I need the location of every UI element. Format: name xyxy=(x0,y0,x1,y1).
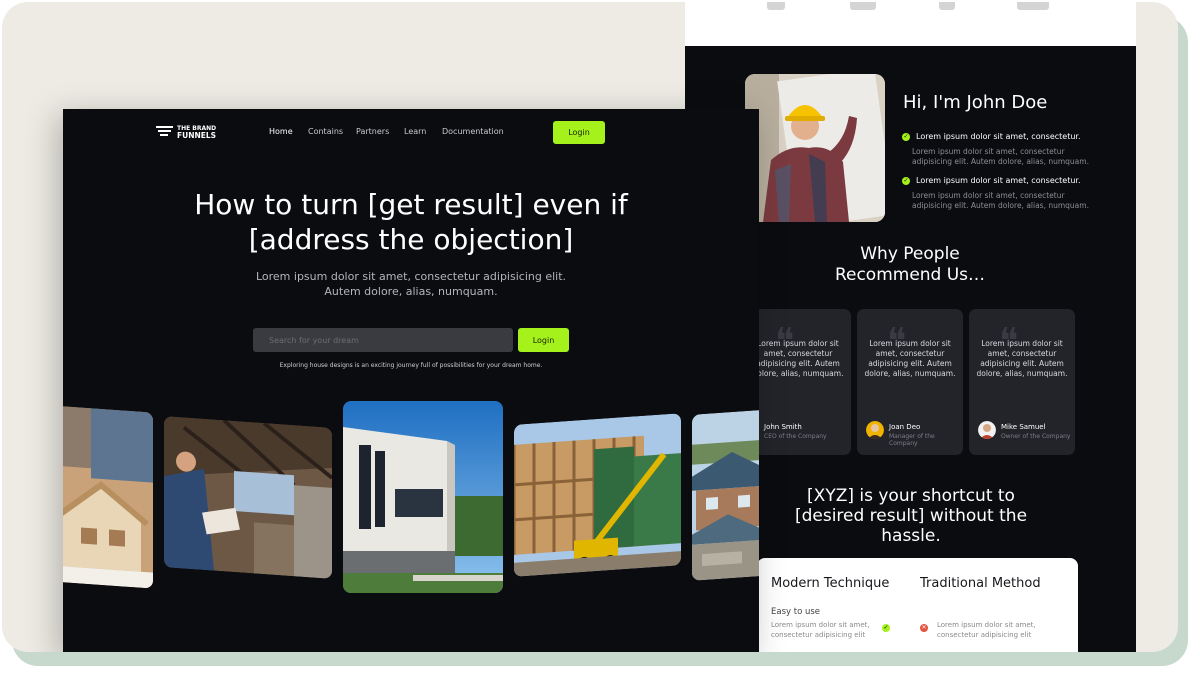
partner-logo xyxy=(939,2,955,10)
house-model-photo xyxy=(63,405,153,589)
shortcut-heading: [XYZ] is your shortcut to [desired resul… xyxy=(783,486,1039,546)
modern-house-photo xyxy=(343,401,503,593)
check-icon: ✓ xyxy=(902,132,910,141)
review-card: ❝ Lorem ipsum dolor sit amet, consectetu… xyxy=(969,309,1075,455)
check-icon: ✓ xyxy=(902,176,910,185)
review-card: ❝ Lorem ipsum dolor sit amet, consectetu… xyxy=(857,309,963,455)
reviewer-role: CEO of the Company xyxy=(764,433,827,440)
cross-icon: ✕ xyxy=(920,624,928,632)
brand-name: THE BRAND FUNNELS xyxy=(177,125,216,139)
search-input[interactable] xyxy=(253,328,513,352)
testimonials-heading-line: Recommend Us… xyxy=(834,265,986,285)
reviewer-avatar xyxy=(866,421,884,439)
residential-houses-photo xyxy=(692,409,759,581)
bullet-text: Lorem ipsum dolor sit amet, consectetur … xyxy=(912,147,1089,166)
partner-logo xyxy=(850,2,876,10)
check-icon: ✓ xyxy=(882,624,890,632)
modern-technique-heading: Modern Technique xyxy=(771,576,890,591)
bullet-heading: Lorem ipsum dolor sit amet, consectetur. xyxy=(916,132,1081,141)
modern-row-text: Lorem ipsum dolor sit amet, consectetur … xyxy=(771,621,870,639)
brand-logo[interactable]: THE BRAND FUNNELS xyxy=(156,125,216,139)
reviewer-name: John Smith xyxy=(764,423,802,431)
reviewer-role: Manager of the Company xyxy=(889,433,935,447)
comparison-panel: Modern Technique Traditional Method Easy… xyxy=(757,558,1078,652)
shortcut-heading-line: hassle. xyxy=(881,526,941,546)
search-login-button[interactable]: Login xyxy=(518,328,569,352)
testimonials-heading-line: Why People xyxy=(860,244,960,264)
worker-portrait-photo xyxy=(745,74,885,222)
nav-learn[interactable]: Learn xyxy=(404,127,426,136)
nav-partners[interactable]: Partners xyxy=(356,127,389,136)
review-text: Lorem ipsum dolor sit amet, consectetur … xyxy=(976,339,1068,378)
search-note: Exploring house designs is an exciting j… xyxy=(279,362,543,369)
about-bullet: ✓ Lorem ipsum dolor sit amet, consectetu… xyxy=(902,132,1081,141)
reviewer-name: Mike Samuel xyxy=(1001,423,1046,431)
nav-documentation[interactable]: Documentation xyxy=(442,127,504,136)
hero-subtitle: Lorem ipsum dolor sit amet, consectetur … xyxy=(255,270,567,298)
reviewer-name: Joan Deo xyxy=(889,423,921,431)
left-page-preview: THE BRAND FUNNELS Home Contains Partners… xyxy=(63,109,759,652)
traditional-method-heading: Traditional Method xyxy=(920,576,1041,591)
review-text: Lorem ipsum dolor sit amet, consectetur … xyxy=(752,339,844,378)
partner-logo xyxy=(767,2,785,10)
brand-mark-icon xyxy=(156,125,173,139)
presentation-frame: Hi, I'm John Doe ✓ Lorem ipsum dolor sit… xyxy=(2,2,1178,652)
shortcut-heading-line: [desired result] without the xyxy=(794,506,1028,526)
about-bullet: ✓ Lorem ipsum dolor sit amet, consectetu… xyxy=(902,176,1081,185)
testimonials-heading: Why People Recommend Us… xyxy=(815,244,1005,286)
bullet-text: Lorem ipsum dolor sit amet, consectetur … xyxy=(912,191,1089,210)
shortcut-heading-line: [XYZ] is your shortcut to xyxy=(807,486,1015,506)
traditional-row-text: Lorem ipsum dolor sit amet, consectetur … xyxy=(937,621,1036,639)
partner-logo xyxy=(1017,2,1049,10)
reviewer-avatar xyxy=(978,421,996,439)
house-frame-construction-photo xyxy=(514,413,681,577)
construction-workers-photo xyxy=(164,416,332,579)
hero-title-line: [address the objection] xyxy=(248,223,574,256)
review-card: ❝ Lorem ipsum dolor sit amet, consectetu… xyxy=(745,309,851,455)
bullet-heading: Lorem ipsum dolor sit amet, consectetur. xyxy=(916,176,1081,185)
nav-home[interactable]: Home xyxy=(269,127,293,136)
brand-name-line: FUNNELS xyxy=(177,131,217,140)
login-button[interactable]: Login xyxy=(553,121,605,144)
comparison-row-label: Easy to use xyxy=(771,607,821,617)
review-text: Lorem ipsum dolor sit amet, consectetur … xyxy=(864,339,956,378)
reviewer-role: Owner of the Company xyxy=(1001,433,1071,440)
hero-title: How to turn [get result] even if [addres… xyxy=(123,187,699,257)
partner-logo-strip xyxy=(685,2,1136,46)
about-title: Hi, I'm John Doe xyxy=(903,92,1048,113)
hero-title-line: How to turn [get result] even if xyxy=(194,188,628,221)
nav-contains[interactable]: Contains xyxy=(308,127,343,136)
